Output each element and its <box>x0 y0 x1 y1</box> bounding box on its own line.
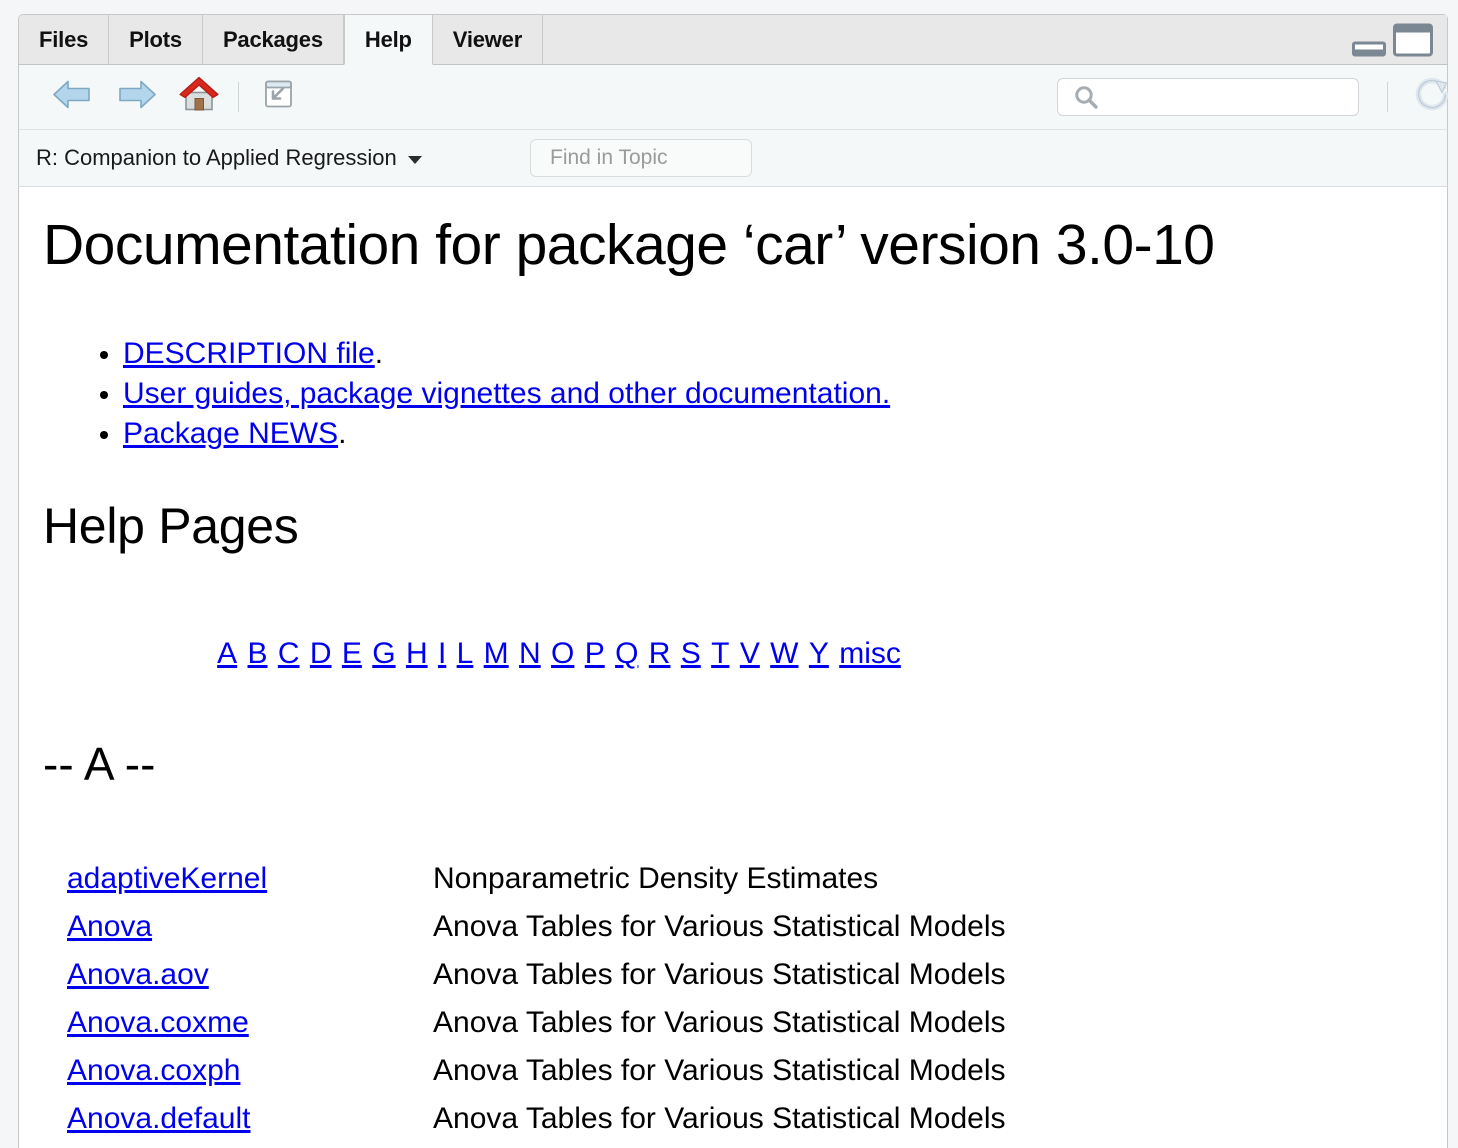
alpha-link-c[interactable]: C <box>278 637 300 670</box>
table-row: Anova.default Anova Tables for Various S… <box>47 1095 1006 1143</box>
popout-glyph <box>265 80 292 108</box>
help-pages-heading: Help Pages <box>43 498 299 554</box>
tab-bar: Files Plots Packages Help Viewer <box>18 14 1448 65</box>
tab-help[interactable]: Help <box>343 15 433 65</box>
entry-link-anova[interactable]: Anova <box>67 910 152 943</box>
entry-description-cell: Anova Tables for Various Statistical Mod… <box>433 910 1006 943</box>
table-row: Anova.aov Anova Tables for Various Stati… <box>47 951 1006 999</box>
table-row: adaptiveKernel Nonparametric Density Est… <box>47 855 1006 903</box>
link-suffix: . <box>338 417 347 450</box>
maximize-icon[interactable] <box>1393 23 1433 56</box>
alpha-link-s[interactable]: S <box>681 637 701 670</box>
list-item: Package NEWS. <box>123 414 890 454</box>
entry-description-cell: Nonparametric Density Estimates <box>433 862 879 895</box>
alpha-link-w[interactable]: W <box>770 637 798 670</box>
link-suffix: . <box>374 337 384 370</box>
alpha-link-q[interactable]: Q <box>615 637 638 670</box>
entry-name-cell: Anova.aov <box>47 951 413 999</box>
search-input[interactable] <box>1104 79 1356 117</box>
description-file-link[interactable]: DESCRIPTION file <box>123 337 375 370</box>
home-glyph <box>179 76 219 111</box>
toolbar-divider <box>238 82 239 112</box>
documentation-links-list: DESCRIPTION file. User guides, package v… <box>77 334 890 454</box>
navigation-toolbar <box>18 65 1449 130</box>
alpha-link-p[interactable]: P <box>585 637 605 670</box>
minimize-icon[interactable] <box>1352 41 1386 56</box>
tab-help-label: Help <box>364 26 412 52</box>
alpha-link-d[interactable]: D <box>310 637 332 670</box>
alpha-link-l[interactable]: L <box>457 637 474 670</box>
find-in-topic-box[interactable] <box>530 139 752 177</box>
entry-name-cell: Anova.default <box>47 1095 413 1143</box>
alpha-link-misc[interactable]: misc <box>839 637 901 670</box>
alpha-link-v[interactable]: V <box>740 637 760 670</box>
find-in-topic-input[interactable] <box>548 145 751 171</box>
alpha-link-r[interactable]: R <box>649 637 671 670</box>
entry-name-cell: Anova.coxme <box>47 999 413 1047</box>
tab-plots-label: Plots <box>129 26 182 52</box>
user-guides-link[interactable]: User guides, package vignettes and other… <box>123 377 890 410</box>
alpha-link-g[interactable]: G <box>372 637 395 670</box>
entry-link-adaptivekernel[interactable]: adaptiveKernel <box>67 862 267 895</box>
home-icon[interactable] <box>177 75 221 120</box>
alpha-link-a[interactable]: A <box>217 637 237 670</box>
entry-name-cell: adaptiveKernel <box>47 855 413 903</box>
tab-viewer[interactable]: Viewer <box>432 15 544 64</box>
back-arrow-glyph <box>53 80 90 109</box>
alpha-link-y[interactable]: Y <box>809 637 829 670</box>
tab-packages-label: Packages <box>222 26 323 52</box>
toolbar-divider-right <box>1387 82 1388 112</box>
tab-viewer-label: Viewer <box>452 26 523 52</box>
forward-arrow-glyph <box>119 80 156 109</box>
alpha-link-o[interactable]: O <box>551 637 574 670</box>
alpha-link-b[interactable]: B <box>248 637 268 670</box>
alpha-link-e[interactable]: E <box>342 637 362 670</box>
tab-bar-filler <box>543 15 1447 64</box>
search-icon <box>1075 86 1098 109</box>
alpha-link-i[interactable]: I <box>438 637 446 670</box>
entry-description-cell: Anova Tables for Various Statistical Mod… <box>433 958 1006 991</box>
tab-packages[interactable]: Packages <box>202 15 344 64</box>
table-row: Anova Anova Tables for Various Statistic… <box>47 903 1006 951</box>
entry-link-anova-coxph[interactable]: Anova.coxph <box>67 1054 240 1087</box>
help-entries-table: adaptiveKernel Nonparametric Density Est… <box>47 855 1006 1143</box>
entry-description-cell: Anova Tables for Various Statistical Mod… <box>433 1102 1006 1135</box>
pane-right-edge <box>1448 0 1458 1148</box>
list-item: User guides, package vignettes and other… <box>123 374 890 414</box>
alpha-link-n[interactable]: N <box>519 637 541 670</box>
refresh-glyph <box>1415 77 1449 111</box>
entry-description-cell: Anova Tables for Various Statistical Mod… <box>433 1054 1006 1087</box>
entry-name-cell: Anova.coxph <box>47 1047 413 1095</box>
window-controls <box>1352 23 1433 56</box>
table-row: Anova.coxph Anova Tables for Various Sta… <box>47 1047 1006 1095</box>
entry-description-cell: Anova Tables for Various Statistical Mod… <box>433 1006 1006 1039</box>
alpha-link-h[interactable]: H <box>406 637 428 670</box>
tab-plots[interactable]: Plots <box>109 15 203 64</box>
list-item: DESCRIPTION file. <box>123 334 890 374</box>
entry-link-anova-aov[interactable]: Anova.aov <box>67 958 209 991</box>
package-news-link[interactable]: Package NEWS <box>123 417 338 450</box>
refresh-icon[interactable] <box>1411 74 1453 121</box>
alpha-link-m[interactable]: M <box>484 637 509 670</box>
page-title: Documentation for package ‘car’ version … <box>43 213 1215 277</box>
show-in-new-window-icon[interactable] <box>257 77 295 118</box>
topic-dropdown[interactable]: R: Companion to Applied Regression <box>36 145 422 171</box>
chevron-down-icon <box>407 156 422 164</box>
alpha-link-t[interactable]: T <box>711 637 729 670</box>
alphabet-index: A B C D E G H I L M N O P Q R S T V W Y … <box>19 637 1099 671</box>
table-row: Anova.coxme Anova Tables for Various Sta… <box>47 999 1006 1047</box>
forward-arrow-icon[interactable] <box>117 78 157 117</box>
topic-bar: R: Companion to Applied Regression <box>18 130 1448 187</box>
topic-label: R: Companion to Applied Regression <box>36 145 397 170</box>
tab-files[interactable]: Files <box>19 15 110 64</box>
section-heading-a: -- A -- <box>43 738 156 790</box>
entry-link-anova-default[interactable]: Anova.default <box>67 1102 250 1135</box>
entry-link-anova-coxme[interactable]: Anova.coxme <box>67 1006 249 1039</box>
tab-files-label: Files <box>39 26 89 52</box>
entry-name-cell: Anova <box>47 903 413 951</box>
help-content: Documentation for package ‘car’ version … <box>18 187 1448 1148</box>
back-arrow-icon[interactable] <box>52 78 92 117</box>
search-box[interactable] <box>1057 78 1359 117</box>
help-pane: Files Plots Packages Help Viewer R: Comp… <box>0 0 1458 1148</box>
